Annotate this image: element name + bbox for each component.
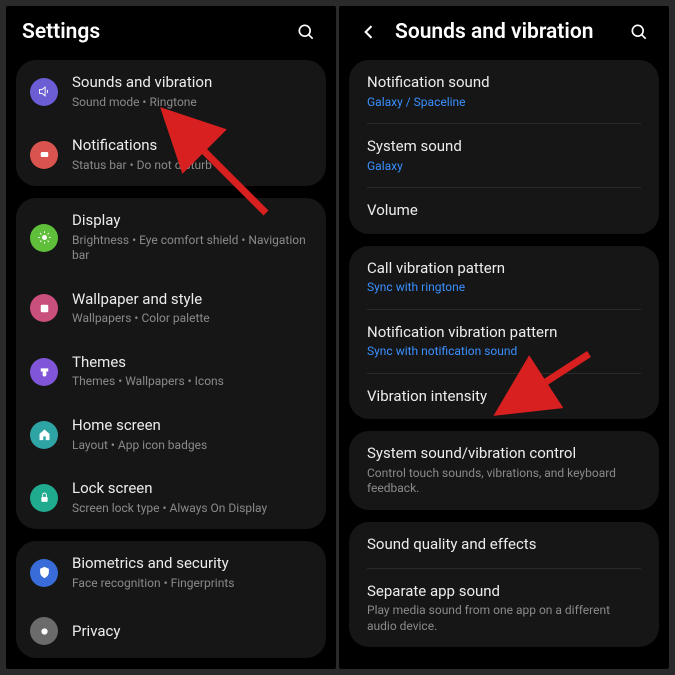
item-sub: Sync with notification sound	[367, 344, 641, 360]
item-title: Home screen	[72, 416, 312, 436]
item-title: Vibration intensity	[367, 387, 641, 407]
item-system-sound[interactable]: System sound Galaxy	[349, 124, 659, 187]
settings-group: Sound quality and effects Separate app s…	[349, 522, 659, 647]
settings-group: Display Brightness • Eye comfort shield …	[16, 198, 326, 529]
item-title: Display	[72, 211, 312, 231]
lock-icon	[30, 484, 58, 512]
item-title: Sounds and vibration	[72, 73, 312, 93]
settings-group: Call vibration pattern Sync with rington…	[349, 246, 659, 420]
sun-icon	[30, 224, 58, 252]
item-sound-quality[interactable]: Sound quality and effects	[349, 522, 659, 568]
item-sub: Galaxy	[367, 159, 641, 175]
item-title: System sound/vibration control	[367, 444, 641, 464]
settings-header: Settings	[6, 6, 336, 60]
item-title: Privacy	[72, 622, 312, 642]
item-sub: Status bar • Do not disturb	[72, 158, 312, 174]
search-button[interactable]	[625, 18, 653, 46]
item-themes[interactable]: Themes Themes • Wallpapers • Icons	[16, 340, 326, 403]
settings-list: Sounds and vibration Sound mode • Ringto…	[6, 60, 336, 669]
sounds-header: Sounds and vibration	[339, 6, 669, 60]
settings-panel: Settings Sounds and vibration Sound mode…	[6, 6, 336, 669]
item-title: Sound quality and effects	[367, 535, 641, 555]
item-privacy[interactable]: Privacy	[16, 604, 326, 658]
settings-group: Sounds and vibration Sound mode • Ringto…	[16, 60, 326, 186]
home-icon	[30, 421, 58, 449]
item-sub: Face recognition • Fingerprints	[72, 576, 312, 592]
shield-icon	[30, 559, 58, 587]
item-home-screen[interactable]: Home screen Layout • App icon badges	[16, 403, 326, 466]
item-sub: Wallpapers • Color palette	[72, 311, 312, 327]
bell-icon	[30, 141, 58, 169]
chevron-left-icon	[359, 22, 379, 42]
item-call-vibration[interactable]: Call vibration pattern Sync with rington…	[349, 246, 659, 309]
item-wallpaper[interactable]: Wallpaper and style Wallpapers • Color p…	[16, 277, 326, 340]
page-title: Settings	[22, 20, 280, 44]
item-separate-app-sound[interactable]: Separate app sound Play media sound from…	[349, 569, 659, 648]
item-sub: Sound mode • Ringtone	[72, 95, 312, 111]
item-title: Lock screen	[72, 479, 312, 499]
item-sub: Themes • Wallpapers • Icons	[72, 374, 312, 390]
item-sub: Control touch sounds, vibrations, and ke…	[367, 466, 641, 497]
page-title: Sounds and vibration	[395, 20, 613, 44]
item-title: Notifications	[72, 136, 312, 156]
item-system-sound-vibration-control[interactable]: System sound/vibration control Control t…	[349, 431, 659, 510]
item-title: Notification sound	[367, 73, 641, 93]
item-lock-screen[interactable]: Lock screen Screen lock type • Always On…	[16, 466, 326, 529]
item-title: Call vibration pattern	[367, 259, 641, 279]
item-sub: Layout • App icon badges	[72, 438, 312, 454]
item-title: Volume	[367, 201, 641, 221]
search-button[interactable]	[292, 18, 320, 46]
item-title: Biometrics and security	[72, 554, 312, 574]
privacy-icon	[30, 617, 58, 645]
sounds-list: Notification sound Galaxy / Spaceline Sy…	[339, 60, 669, 669]
item-notification-vibration[interactable]: Notification vibration pattern Sync with…	[349, 310, 659, 373]
settings-group: Biometrics and security Face recognition…	[16, 541, 326, 658]
item-sub: Brightness • Eye comfort shield • Naviga…	[72, 233, 312, 264]
item-title: Notification vibration pattern	[367, 323, 641, 343]
sounds-panel: Sounds and vibration Notification sound …	[339, 6, 669, 669]
item-sub: Play media sound from one app on a diffe…	[367, 603, 641, 634]
item-title: Separate app sound	[367, 582, 641, 602]
search-icon	[296, 22, 316, 42]
item-title: Themes	[72, 353, 312, 373]
item-display[interactable]: Display Brightness • Eye comfort shield …	[16, 198, 326, 277]
speaker-icon	[30, 78, 58, 106]
item-sub: Sync with ringtone	[367, 280, 641, 296]
item-sub: Galaxy / Spaceline	[367, 95, 641, 111]
brush-icon	[30, 358, 58, 386]
settings-group: System sound/vibration control Control t…	[349, 431, 659, 510]
search-icon	[629, 22, 649, 42]
item-volume[interactable]: Volume	[349, 188, 659, 234]
item-vibration-intensity[interactable]: Vibration intensity	[349, 374, 659, 420]
picture-icon	[30, 294, 58, 322]
item-sounds-and-vibration[interactable]: Sounds and vibration Sound mode • Ringto…	[16, 60, 326, 123]
item-title: System sound	[367, 137, 641, 157]
back-button[interactable]	[355, 18, 383, 46]
item-sub: Screen lock type • Always On Display	[72, 501, 312, 517]
item-notifications[interactable]: Notifications Status bar • Do not distur…	[16, 123, 326, 186]
item-biometrics[interactable]: Biometrics and security Face recognition…	[16, 541, 326, 604]
item-title: Wallpaper and style	[72, 290, 312, 310]
settings-group: Notification sound Galaxy / Spaceline Sy…	[349, 60, 659, 234]
item-notification-sound[interactable]: Notification sound Galaxy / Spaceline	[349, 60, 659, 123]
